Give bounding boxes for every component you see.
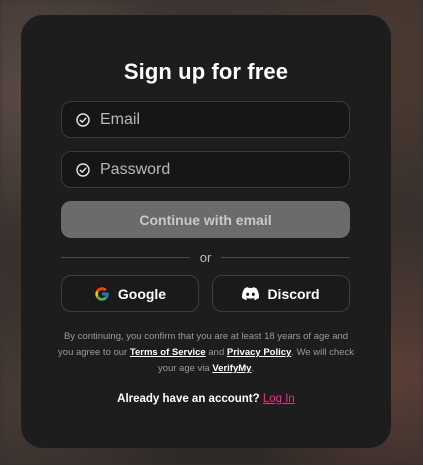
log-in-link[interactable]: Log In (263, 393, 295, 405)
divider-line (61, 256, 190, 258)
login-prompt: Already have an account? Log In (21, 393, 391, 405)
legal-text: and (205, 347, 227, 358)
password-field[interactable] (61, 151, 350, 188)
discord-button-label: Discord (267, 285, 320, 302)
or-divider: or (61, 249, 350, 265)
privacy-policy-link[interactable]: Privacy Policy (227, 347, 291, 358)
divider-text: or (199, 249, 212, 265)
check-circle-icon (76, 112, 90, 127)
continue-with-email-button[interactable]: Continue with email (61, 201, 350, 238)
page-title: Sign up for free (123, 59, 289, 84)
legal-disclaimer: By continuing, you confirm that you are … (57, 329, 355, 377)
terms-of-service-link[interactable]: Terms of Service (130, 347, 206, 358)
divider-line (221, 256, 350, 258)
google-logo-icon (94, 286, 110, 302)
google-button-label: Google (117, 285, 167, 302)
verifymy-link[interactable]: VerifyMy (212, 363, 251, 374)
email-field[interactable] (61, 101, 350, 138)
discord-logo-icon (242, 287, 260, 300)
password-input[interactable] (100, 160, 330, 179)
legal-text: . (251, 363, 255, 374)
login-prompt-text: Already have an account? (117, 393, 263, 405)
google-signin-button[interactable]: Google (61, 275, 199, 312)
check-circle-icon (76, 162, 90, 177)
signup-card: Sign up for free Continue with email or (21, 15, 391, 448)
email-input[interactable] (100, 110, 330, 129)
discord-signin-button[interactable]: Discord (212, 275, 350, 312)
